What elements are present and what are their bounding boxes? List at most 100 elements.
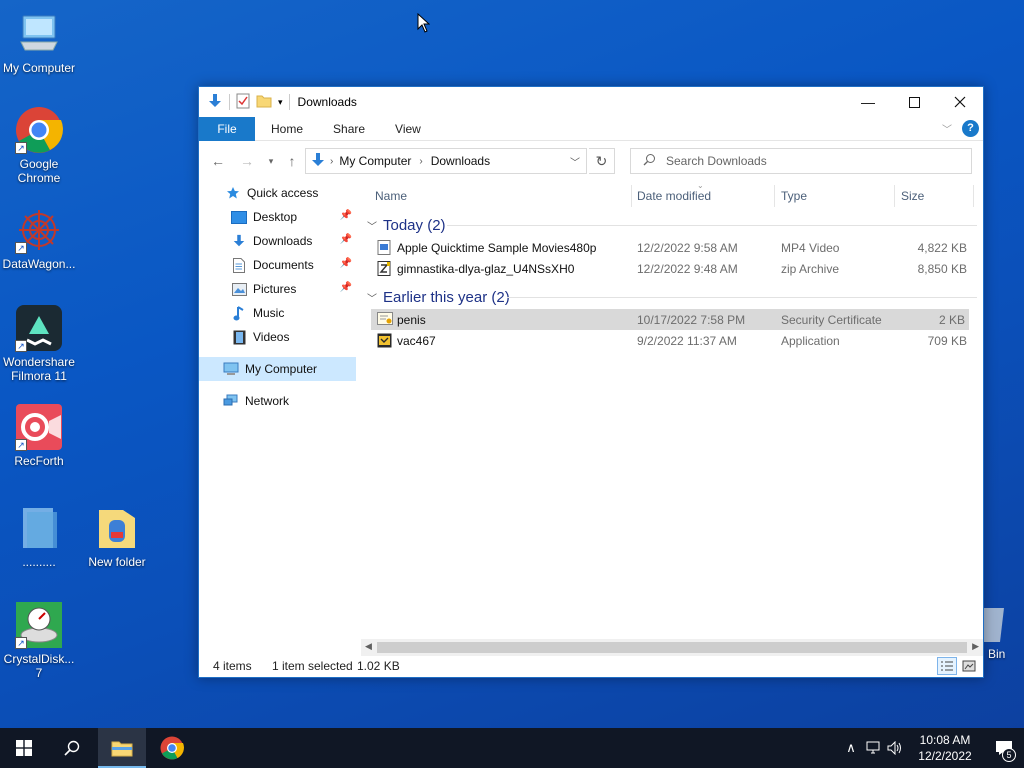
- recent-locations-button[interactable]: ▾: [260, 150, 282, 172]
- new-folder-icon[interactable]: [256, 94, 272, 111]
- address-dropdown-icon[interactable]: ﹀: [570, 154, 580, 169]
- breadcrumb-downloads[interactable]: Downloads: [431, 154, 490, 168]
- chevron-down-icon: ▾: [268, 155, 274, 166]
- column-header-size[interactable]: Size: [901, 189, 924, 203]
- title-bar[interactable]: ▾ Downloads —: [199, 87, 983, 117]
- desktop-icon-label: New folder: [88, 555, 146, 569]
- up-button[interactable]: ↑: [281, 150, 303, 172]
- taskbar: ∧ 10:08 AM 12/2/2022 5: [0, 728, 1024, 768]
- horizontal-scrollbar[interactable]: ◀ ▶: [361, 639, 983, 656]
- window-title: Downloads: [297, 95, 357, 109]
- nav-music[interactable]: Music: [199, 301, 356, 325]
- start-button[interactable]: [0, 728, 48, 768]
- back-arrow-icon: ←: [211, 153, 225, 169]
- scrollbar-thumb[interactable]: [377, 642, 967, 653]
- column-divider[interactable]: [631, 185, 632, 207]
- nav-network[interactable]: Network: [199, 389, 356, 413]
- file-date: 12/2/2022 9:48 AM: [637, 262, 738, 276]
- desktop-icon-chrome[interactable]: ↗ Google Chrome: [0, 106, 78, 185]
- nav-quick-access[interactable]: Quick access: [199, 181, 356, 205]
- column-divider[interactable]: [894, 185, 895, 207]
- desktop-icon-my-computer[interactable]: My Computer: [0, 10, 78, 75]
- document-icon: [231, 257, 247, 273]
- search-input[interactable]: Search Downloads: [630, 148, 972, 174]
- file-row[interactable]: Apple Quicktime Sample Movies480p 12/2/2…: [365, 237, 977, 258]
- group-label: Today (2): [383, 216, 446, 234]
- pin-icon[interactable]: 📌: [340, 258, 352, 269]
- downloads-arrow-icon: [207, 93, 223, 112]
- details-view-button[interactable]: [937, 657, 957, 675]
- column-divider[interactable]: [774, 185, 775, 207]
- column-divider[interactable]: [973, 185, 974, 207]
- breadcrumb-separator-icon: ›: [330, 155, 334, 167]
- show-hidden-icons-button[interactable]: ∧: [840, 728, 862, 768]
- column-header-date[interactable]: Date modified: [637, 189, 711, 203]
- minimize-icon: —: [861, 94, 875, 110]
- nav-desktop[interactable]: Desktop 📌: [199, 205, 356, 229]
- back-button[interactable]: ←: [207, 150, 229, 172]
- nav-my-computer[interactable]: My Computer: [199, 357, 356, 381]
- taskbar-file-explorer[interactable]: [98, 728, 146, 768]
- nav-label: Quick access: [247, 186, 319, 200]
- file-row[interactable]: gimnastika-dlya-glaz_U4NSsXH0 12/2/2022 …: [365, 258, 977, 279]
- taskbar-chrome[interactable]: [148, 728, 196, 768]
- desktop-icon-label: Wondershare Filmora 11: [3, 355, 75, 383]
- scroll-right-icon[interactable]: ▶: [972, 641, 979, 652]
- clock[interactable]: 10:08 AM 12/2/2022: [906, 732, 984, 764]
- expand-ribbon-chevron-icon[interactable]: ﹀: [942, 121, 952, 136]
- help-icon[interactable]: ?: [962, 120, 979, 137]
- address-bar[interactable]: › My Computer › Downloads ﹀: [305, 148, 587, 174]
- tab-share[interactable]: Share: [319, 117, 379, 141]
- file-size: 4,822 KB: [917, 241, 967, 255]
- notification-center-button[interactable]: 5: [984, 728, 1024, 768]
- application-icon: [377, 333, 392, 348]
- breadcrumb-my-computer[interactable]: My Computer: [339, 154, 411, 168]
- pictures-icon: [231, 281, 247, 297]
- desktop-icon-label: RecForth: [14, 454, 64, 468]
- column-header-name[interactable]: Name: [375, 189, 407, 203]
- minimize-button[interactable]: —: [845, 87, 891, 117]
- pin-icon[interactable]: 📌: [340, 234, 352, 245]
- nav-downloads[interactable]: Downloads 📌: [199, 229, 356, 253]
- file-name: penis: [397, 313, 426, 327]
- tab-home[interactable]: Home: [257, 117, 317, 141]
- column-header-type[interactable]: Type: [781, 189, 807, 203]
- forward-arrow-icon: →: [240, 153, 254, 169]
- pin-icon[interactable]: 📌: [340, 210, 352, 221]
- desktop-icon-new-folder[interactable]: New folder: [78, 504, 156, 569]
- file-row[interactable]: vac467 9/2/2022 11:37 AM Application 709…: [365, 330, 977, 351]
- group-header-today[interactable]: ﹀ Today (2): [365, 213, 977, 237]
- window-controls: —: [845, 87, 983, 117]
- network-status-icon[interactable]: [862, 728, 884, 768]
- desktop-icon: [231, 209, 247, 225]
- notification-count-badge: 5: [1002, 748, 1016, 762]
- desktop-icon-crystaldisk[interactable]: ↗ CrystalDisk... 7: [0, 601, 78, 680]
- chevron-down-icon: ﹀: [367, 293, 377, 305]
- forward-button[interactable]: →: [236, 150, 258, 172]
- scroll-left-icon[interactable]: ◀: [365, 641, 372, 652]
- file-date: 10/17/2022 7:58 PM: [637, 313, 746, 327]
- tab-view[interactable]: View: [381, 117, 435, 141]
- pin-icon[interactable]: 📌: [340, 282, 352, 293]
- search-button[interactable]: [48, 728, 96, 768]
- close-button[interactable]: [937, 87, 983, 117]
- tab-file[interactable]: File: [199, 116, 255, 141]
- maximize-button[interactable]: [891, 87, 937, 117]
- certificate-icon: [377, 312, 393, 327]
- nav-pictures[interactable]: Pictures 📌: [199, 277, 356, 301]
- customize-toolbar-chevron-icon[interactable]: ▾: [278, 97, 283, 108]
- nav-videos[interactable]: Videos: [199, 325, 356, 349]
- group-header-earlier[interactable]: ﹀ Earlier this year (2): [365, 285, 977, 309]
- nav-documents[interactable]: Documents 📌: [199, 253, 356, 277]
- file-type: MP4 Video: [781, 241, 840, 255]
- desktop-icon-unnamed[interactable]: ..........: [0, 504, 78, 569]
- properties-icon[interactable]: [236, 93, 250, 112]
- desktop-icon-datawagon[interactable]: ↗ DataWagon...: [0, 206, 78, 271]
- refresh-button[interactable]: ↻: [589, 148, 615, 174]
- file-row-selected[interactable]: penis 10/17/2022 7:58 PM Security Certif…: [371, 309, 969, 330]
- explorer-window[interactable]: ▾ Downloads — File Home Share View ﹀ ? ←…: [198, 86, 984, 678]
- desktop-icon-recforth[interactable]: ↗ RecForth: [0, 403, 78, 468]
- desktop-icon-filmora[interactable]: ↗ Wondershare Filmora 11: [0, 304, 78, 383]
- large-icons-view-button[interactable]: [959, 657, 979, 675]
- volume-icon[interactable]: [884, 728, 906, 768]
